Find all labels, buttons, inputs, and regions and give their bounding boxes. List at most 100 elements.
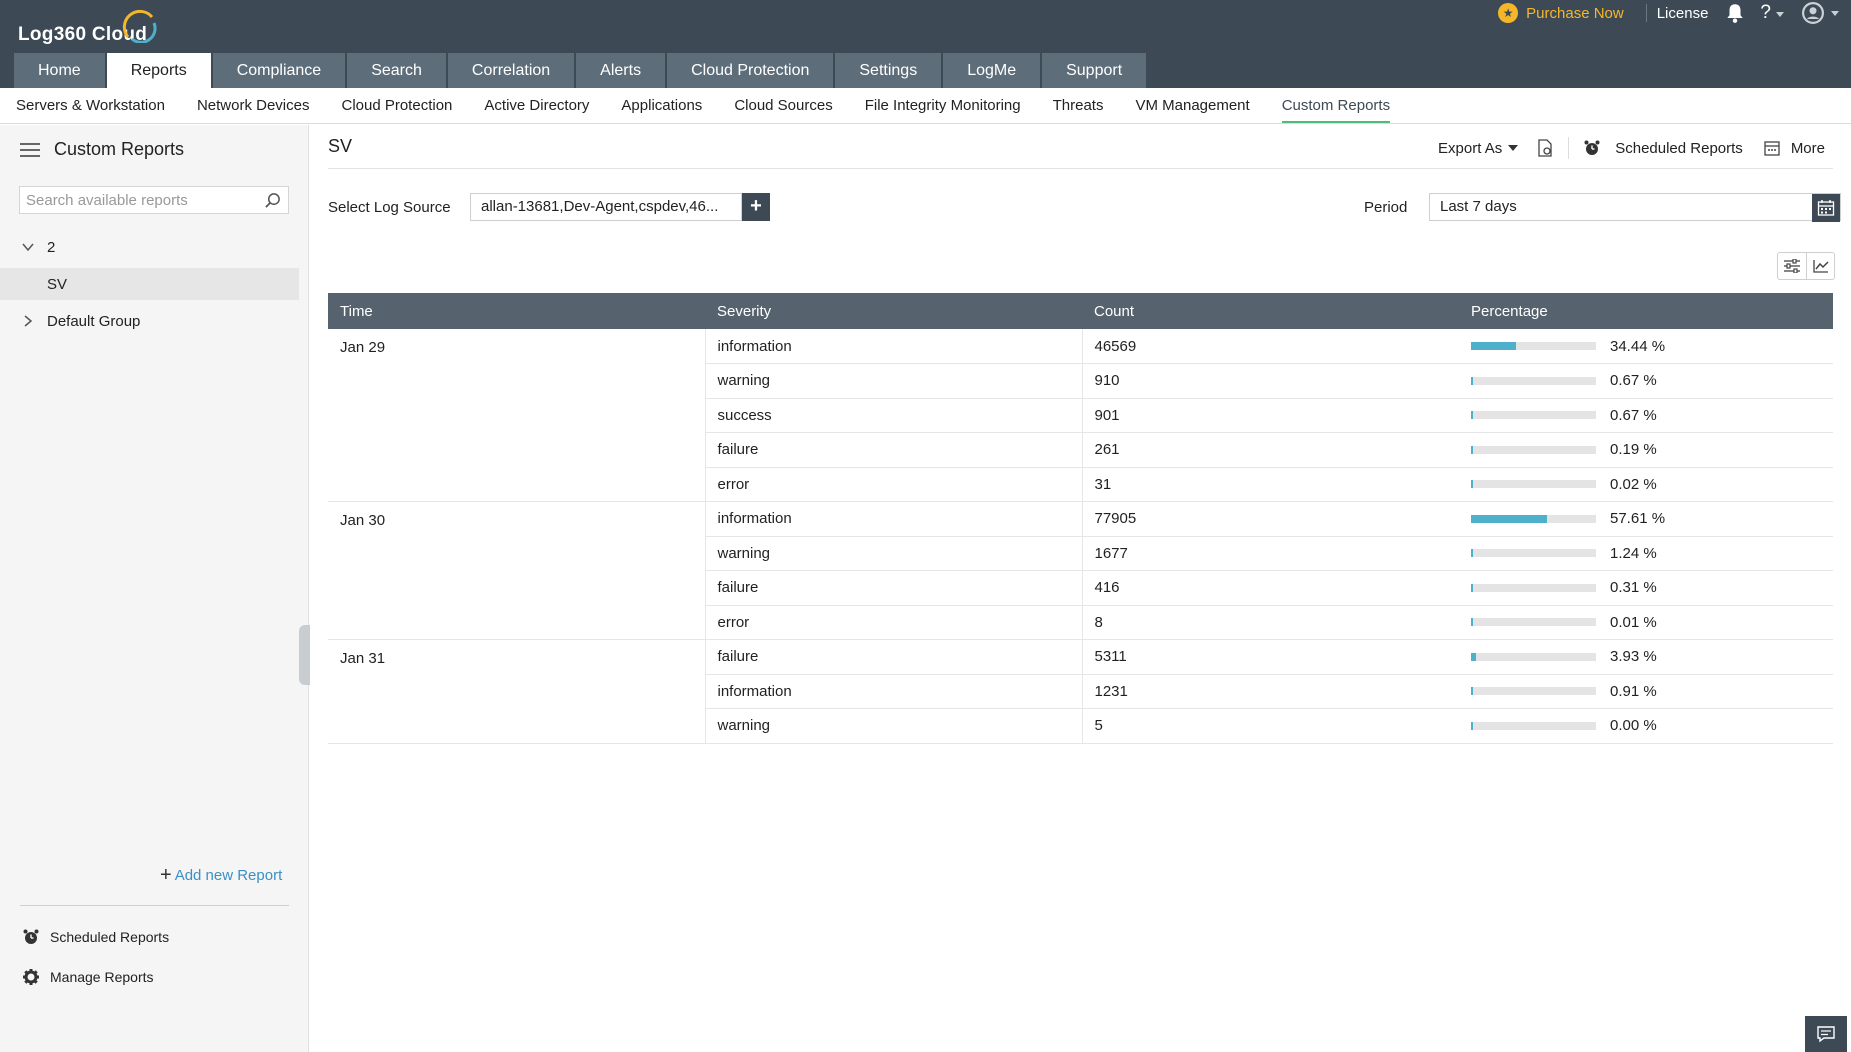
percentage-cell: 0.91 % [1459,674,1833,709]
nav-tab-compliance[interactable]: Compliance [212,53,346,88]
percentage-bar [1471,549,1596,558]
percentage-display: 0.91 % [1471,683,1833,700]
percentage-bar [1471,721,1596,730]
tree-group-default[interactable]: Default Group [0,305,299,337]
percentage-bar-fill [1471,376,1473,385]
search-icon[interactable] [264,192,281,209]
percentage-bar [1471,480,1596,489]
manage-reports-link[interactable]: Manage Reports [22,968,154,986]
period-field[interactable]: Last 7 days [1429,193,1841,222]
percentage-bar-fill [1471,342,1516,350]
sub-nav: Servers & Workstation Network Devices Clou… [0,88,1851,124]
subnav-cloud-sources[interactable]: Cloud Sources [734,88,832,124]
tree-group-label: 2 [47,238,56,256]
nav-tab-logme[interactable]: LogMe [943,53,1041,88]
scheduled-reports-label: Scheduled Reports [50,929,170,945]
percentage-bar-fill [1471,652,1476,661]
severity-cell: failure [705,639,1083,675]
tree-group-2[interactable]: 2 [0,231,299,263]
count-cell: 31 [1082,467,1459,502]
nav-tab-alerts[interactable]: Alerts [576,53,666,88]
percentage-cell: 0.00 % [1459,708,1833,744]
percentage-value: 34.44 % [1610,337,1666,355]
percentage-display: 0.02 % [1471,476,1833,493]
severity-cell: error [705,605,1083,640]
time-cell: Jan 30 [328,501,706,640]
scheduled-reports-button[interactable]: Scheduled Reports [1615,140,1743,157]
user-menu[interactable] [1784,2,1839,24]
subnav-servers-workstation[interactable]: Servers & Workstation [16,88,165,124]
subnav-network-devices[interactable]: Network Devices [197,88,310,124]
percentage-display: 0.00 % [1471,717,1833,734]
purchase-now-link[interactable]: ★ Purchase Now [1498,3,1624,23]
severity-cell: warning [705,708,1083,744]
percentage-bar [1471,411,1596,420]
column-header-count[interactable]: Count [1082,293,1459,329]
subnav-active-directory[interactable]: Active Directory [484,88,589,124]
export-as-dropdown[interactable]: Export As [1438,139,1519,157]
percentage-bar-fill [1471,583,1473,592]
percentage-cell: 34.44 % [1459,329,1833,364]
column-header-time[interactable]: Time [328,293,705,329]
percentage-display: 0.19 % [1471,441,1833,458]
nav-tab-home[interactable]: Home [14,53,105,88]
chat-button[interactable] [1805,1016,1847,1052]
manage-reports-label: Manage Reports [50,969,154,985]
gear-icon [23,969,39,985]
purchase-now-label: Purchase Now [1526,4,1624,22]
more-options-icon[interactable] [1763,139,1781,157]
count-cell: 1677 [1082,536,1459,571]
nav-tab-settings[interactable]: Settings [835,53,942,88]
filter-row: Select Log Source allan-13681,Dev-Agent,… [328,193,1841,222]
period-value: Last 7 days [1440,198,1517,215]
subnav-vm-management[interactable]: VM Management [1135,88,1249,124]
nav-tab-correlation[interactable]: Correlation [447,53,575,88]
count-cell: 77905 [1082,501,1459,537]
calendar-button[interactable] [1812,194,1840,222]
nav-tab-support[interactable]: Support [1042,53,1147,88]
percentage-value: 0.01 % [1610,613,1657,631]
log-source-field[interactable]: allan-13681,Dev-Agent,cspdev,46... [470,193,742,221]
column-header-percentage[interactable]: Percentage [1459,293,1833,329]
count-cell: 8 [1082,605,1459,640]
bell-icon[interactable] [1724,2,1746,24]
subnav-threats[interactable]: Threats [1053,88,1104,124]
scheduled-reports-link[interactable]: Scheduled Reports [22,928,169,946]
tree-item-sv[interactable]: SV [0,268,299,300]
view-toggle [1777,252,1835,280]
percentage-bar [1471,687,1596,696]
percentage-bar [1471,583,1596,592]
percentage-bar-fill [1471,687,1473,696]
license-link[interactable]: License [1657,5,1709,22]
sidebar-collapse-handle[interactable] [299,625,310,685]
nav-tab-search[interactable]: Search [347,53,446,88]
plus-icon: + [160,864,172,886]
more-button[interactable]: More [1791,140,1825,157]
export-pdf-icon[interactable] [1536,139,1554,157]
add-new-report-link[interactable]: + Add new Report [160,865,282,885]
severity-cell: information [705,674,1083,709]
column-header-severity[interactable]: Severity [705,293,1082,329]
chevron-down-icon[interactable] [20,239,36,255]
nav-tab-cloud-protection[interactable]: Cloud Protection [667,53,834,88]
subnav-cloud-protection[interactable]: Cloud Protection [341,88,452,124]
chevron-down-icon [1831,10,1839,16]
count-cell: 910 [1082,363,1459,399]
subnav-applications[interactable]: Applications [621,88,702,124]
top-right-bar: ★ Purchase Now License ? [1498,0,1851,26]
alarm-clock-icon[interactable] [1583,139,1601,157]
filter-settings-button[interactable] [1778,253,1806,279]
subnav-file-integrity-monitoring[interactable]: File Integrity Monitoring [865,88,1021,124]
chart-view-button[interactable] [1806,253,1834,279]
help-menu[interactable]: ? [1760,2,1784,24]
percentage-cell: 57.61 % [1459,501,1833,537]
export-as-label: Export As [1438,139,1503,157]
chevron-right-icon[interactable] [20,313,36,329]
hamburger-icon[interactable] [20,142,40,157]
add-log-source-button[interactable]: + [742,193,770,221]
subnav-custom-reports[interactable]: Custom Reports [1281,88,1391,124]
nav-tab-reports[interactable]: Reports [106,53,211,88]
divider [1568,137,1570,159]
report-search-input[interactable] [20,187,255,213]
percentage-bar [1471,445,1596,454]
